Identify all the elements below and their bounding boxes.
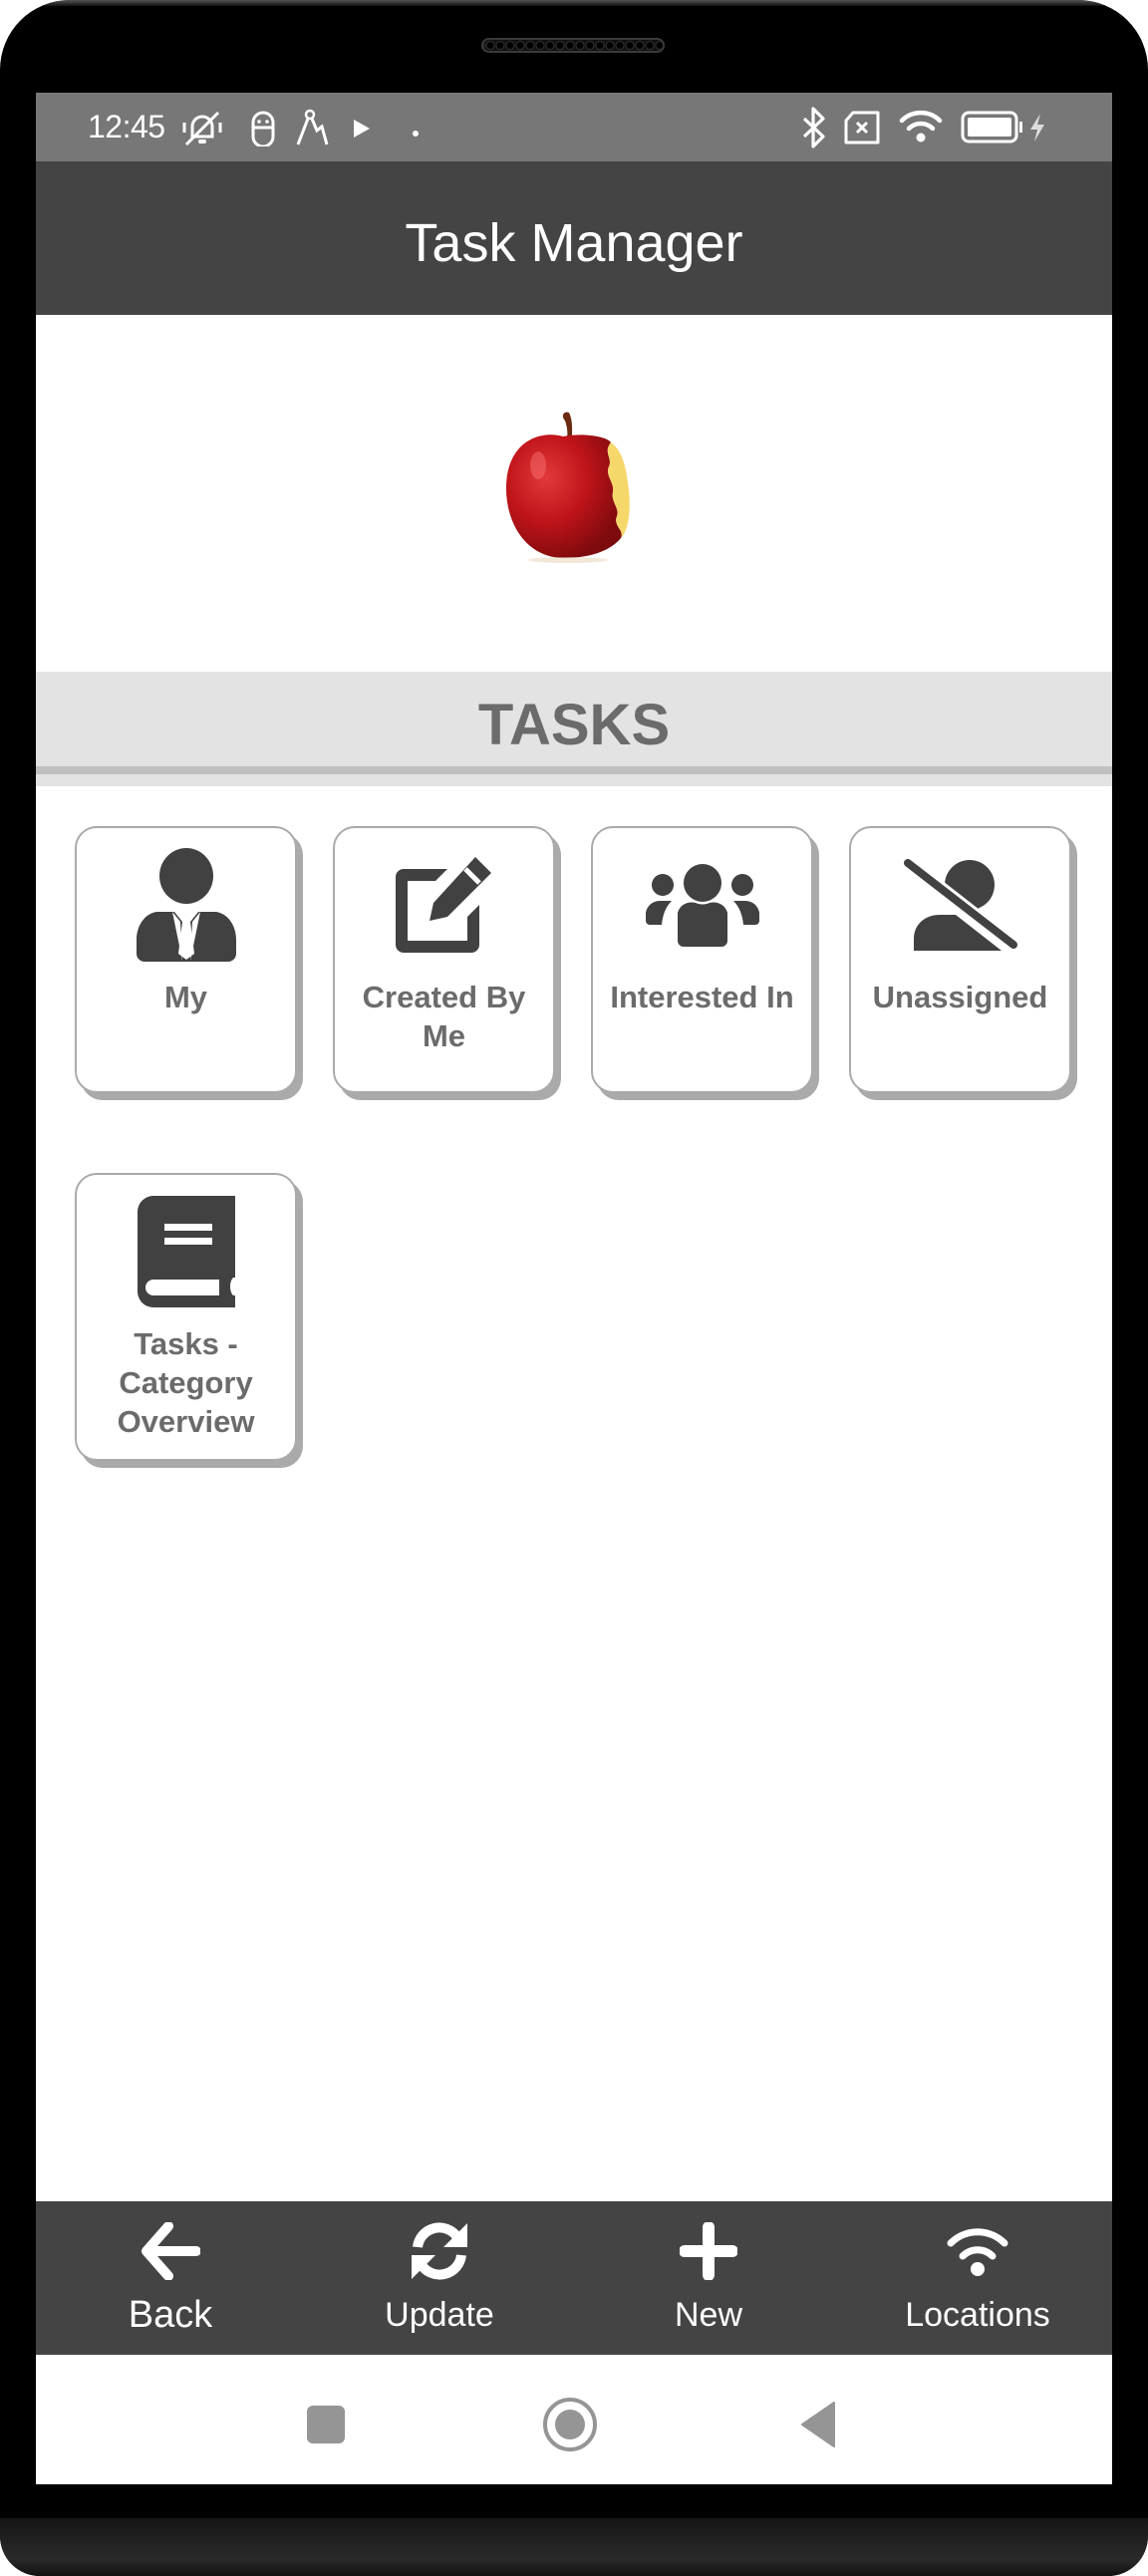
- section-divider: [36, 766, 1112, 774]
- section-header: TASKS: [36, 672, 1112, 786]
- tile-label: Interested In: [610, 980, 794, 1014]
- bottom-toolbar: Back Update New Locations: [36, 2201, 1112, 2355]
- wifi-icon: [899, 109, 943, 149]
- tile-label: My: [163, 980, 208, 1014]
- user-tie-icon: [77, 848, 295, 962]
- new-button[interactable]: New: [574, 2201, 843, 2355]
- play-store-icon: [353, 119, 371, 143]
- charging-icon: [1028, 113, 1046, 147]
- bluetooth-icon: [801, 107, 827, 153]
- vibrate-off-icon: [180, 109, 224, 153]
- tile-category-overview[interactable]: Tasks - Category Overview: [75, 1173, 297, 1461]
- square-icon: [307, 2406, 345, 2443]
- users-icon: [593, 848, 811, 962]
- tile-my-tasks[interactable]: My: [75, 826, 297, 1093]
- status-time: 12:45: [88, 109, 165, 144]
- system-nav-bar: [36, 2355, 1112, 2484]
- apple-logo-image: [503, 411, 643, 563]
- screen: 12:45 Task Manager TASKS My Created By M…: [36, 93, 1112, 2484]
- back-nav-button[interactable]: [788, 2395, 848, 2454]
- book-icon: [77, 1195, 295, 1308]
- home-button[interactable]: [540, 2395, 600, 2454]
- frame-edge: [0, 0, 1148, 6]
- plus-icon: [574, 2219, 843, 2283]
- dot-icon: [412, 125, 420, 143]
- speaker-grille: [481, 38, 665, 53]
- app-title: Task Manager: [405, 213, 743, 273]
- tile-interested-in[interactable]: Interested In: [591, 826, 813, 1093]
- tile-unassigned[interactable]: Unassigned: [849, 826, 1071, 1093]
- section-title: TASKS: [477, 693, 671, 757]
- tile-created-by-me[interactable]: Created By Me: [333, 826, 555, 1093]
- compass-tool-icon: [295, 109, 329, 153]
- locations-button[interactable]: Locations: [843, 2201, 1112, 2355]
- sync-icon: [305, 2219, 574, 2283]
- arrow-left-icon: [36, 2219, 305, 2283]
- phone-frame: 12:45 Task Manager TASKS My Created By M…: [0, 0, 1148, 2576]
- locations-label: Locations: [905, 2296, 1050, 2334]
- android-debug-icon: [250, 109, 276, 151]
- back-button[interactable]: Back: [36, 2201, 305, 2355]
- update-label: Update: [385, 2296, 494, 2334]
- app-header: Task Manager: [36, 161, 1112, 315]
- tile-label: Created By Me: [362, 980, 526, 1053]
- wifi-icon: [843, 2219, 1112, 2283]
- no-sim-icon: [843, 111, 881, 149]
- update-button[interactable]: Update: [305, 2201, 574, 2355]
- circle-icon: [543, 2398, 597, 2451]
- triangle-back-icon: [801, 2402, 835, 2447]
- new-label: New: [674, 2296, 743, 2334]
- status-bar: 12:45: [36, 93, 1112, 161]
- tile-label: Tasks - Category Overview: [117, 1326, 255, 1439]
- back-label: Back: [128, 2294, 213, 2336]
- tile-label: Unassigned: [872, 980, 1048, 1014]
- battery-icon: [961, 111, 1024, 149]
- recents-button[interactable]: [296, 2395, 356, 2454]
- phone-chin: [0, 2518, 1148, 2576]
- user-slash-icon: [851, 848, 1069, 962]
- edit-icon: [335, 848, 553, 962]
